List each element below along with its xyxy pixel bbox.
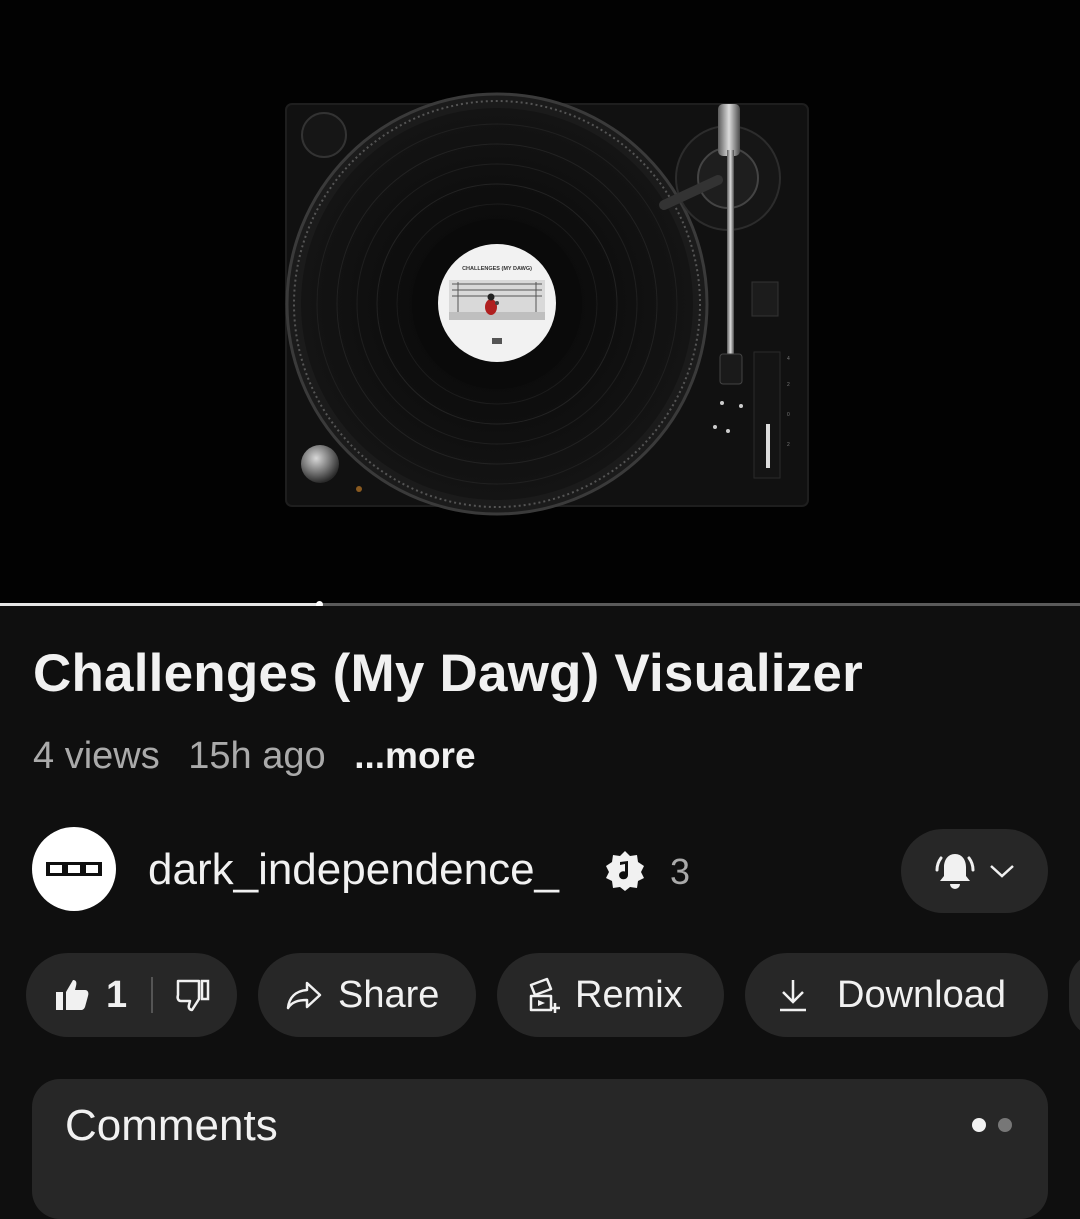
comments-title: Comments — [65, 1101, 278, 1150]
like-count: 1 — [106, 973, 128, 1016]
remix-button[interactable]: Remix — [497, 953, 724, 1037]
svg-text:0: 0 — [787, 412, 790, 418]
share-button[interactable]: Share — [258, 953, 476, 1037]
channel-name[interactable]: dark_independence_ — [148, 845, 559, 895]
view-count: 4 views — [33, 735, 160, 777]
upload-age: 15h ago — [188, 735, 326, 777]
channel-logo-icon — [46, 862, 102, 876]
download-icon — [780, 980, 806, 1012]
pager-dot[interactable] — [998, 1118, 1012, 1132]
progress-fill — [0, 603, 319, 606]
download-button[interactable]: Download — [745, 953, 1048, 1037]
share-label: Share — [338, 973, 440, 1016]
svg-text:4: 4 — [787, 356, 790, 362]
bell-ringing-icon — [935, 854, 974, 889]
svg-text:2: 2 — [787, 442, 790, 448]
remix-label: Remix — [575, 973, 683, 1016]
chevron-down-icon — [989, 865, 1014, 878]
share-arrow-icon — [286, 981, 322, 1010]
video-meta[interactable]: 4 views 15h ago ...more — [33, 735, 494, 778]
remix-icon — [529, 977, 560, 1013]
svg-text:2: 2 — [787, 382, 790, 388]
channel-avatar[interactable] — [32, 827, 116, 911]
video-title[interactable]: Challenges (My Dawg) Visualizer — [33, 643, 1053, 704]
like-divider — [151, 977, 154, 1013]
more-actions-chip[interactable] — [1069, 953, 1080, 1037]
progress-scrubber[interactable] — [315, 601, 323, 606]
subscriber-count: 3 — [670, 851, 691, 892]
comments-panel[interactable]: Comments — [32, 1079, 1048, 1219]
video-player[interactable]: CHALLENGES (MY DAWG) 4 2 0 2 — [0, 0, 1080, 606]
record-label-text: CHALLENGES (MY DAWG) — [462, 266, 532, 272]
turntable-thumbnail: CHALLENGES (MY DAWG) 4 2 0 2 — [285, 92, 809, 516]
notification-bell-button[interactable] — [901, 829, 1048, 913]
thumbs-up-icon[interactable] — [54, 977, 90, 1013]
like-dislike-chip[interactable]: 1 — [26, 953, 237, 1037]
comments-pager-dots[interactable] — [972, 1118, 1012, 1132]
pager-dot[interactable] — [972, 1118, 986, 1132]
music-note-badge-icon — [606, 851, 644, 891]
more-link[interactable]: ...more — [354, 735, 475, 776]
download-label: Download — [837, 973, 1006, 1016]
progress-bar[interactable] — [0, 601, 1080, 606]
thumbs-down-icon[interactable] — [175, 977, 211, 1013]
